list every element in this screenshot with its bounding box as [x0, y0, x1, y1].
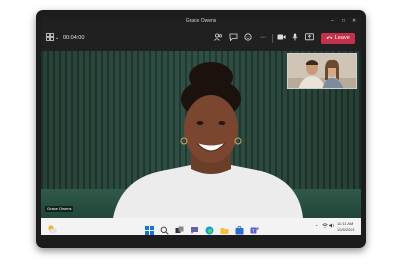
chevron-down-icon[interactable]: ⌄: [55, 33, 59, 43]
maximize-button[interactable]: □: [342, 18, 345, 24]
teams-icon[interactable]: T: [250, 222, 259, 234]
window-title: Grace Owens: [185, 18, 217, 24]
self-view-people: [288, 54, 356, 88]
task-view-icon[interactable]: [175, 222, 184, 233]
taskbar: T ⌃ 11:11 AM 10/5/2021: [41, 218, 361, 235]
reactions-icon[interactable]: [244, 33, 253, 45]
self-view-video[interactable]: [287, 53, 357, 89]
file-explorer-icon[interactable]: [220, 222, 229, 234]
more-icon[interactable]: ⋯: [260, 33, 266, 43]
people-icon[interactable]: [214, 33, 223, 45]
toolbar-divider: [272, 34, 273, 43]
meeting-toolbar: ⌄ 00:04:00 ⋯ Leave: [41, 26, 361, 51]
start-icon[interactable]: [145, 222, 154, 235]
screen: Grace Owens – □ ✕ ⌄ 00:04:00 ⋯ Leave Gra…: [41, 17, 361, 235]
leave-button[interactable]: Leave: [321, 33, 355, 44]
share-icon[interactable]: [305, 33, 314, 45]
participant-name-label: Grace Owens: [45, 206, 74, 212]
volume-icon[interactable]: [329, 223, 335, 229]
chat-icon[interactable]: [229, 33, 238, 45]
meeting-timer: 00:04:00: [63, 35, 85, 41]
clock-date[interactable]: 10/5/2021: [337, 227, 355, 232]
clock-time[interactable]: 11:11 AM: [337, 221, 353, 226]
edge-icon[interactable]: [205, 222, 214, 235]
chat-icon[interactable]: [190, 222, 199, 234]
wifi-icon[interactable]: [322, 223, 328, 229]
minimize-button[interactable]: –: [331, 18, 334, 24]
layout-icon[interactable]: [46, 33, 54, 45]
close-window-button[interactable]: ✕: [352, 18, 356, 24]
svg-text:T: T: [252, 228, 255, 233]
leave-label: Leave: [334, 35, 350, 41]
main-video-feed: Grace Owens: [41, 51, 361, 218]
camera-icon[interactable]: [277, 33, 286, 45]
store-icon[interactable]: [235, 222, 244, 235]
title-bar: Grace Owens – □ ✕: [41, 17, 361, 26]
search-icon[interactable]: [160, 222, 169, 235]
weather-icon[interactable]: [47, 221, 57, 233]
phone-hangup-icon: [326, 36, 333, 40]
tray-chevron-icon[interactable]: ⌃: [315, 224, 318, 229]
mic-icon[interactable]: [291, 33, 299, 45]
